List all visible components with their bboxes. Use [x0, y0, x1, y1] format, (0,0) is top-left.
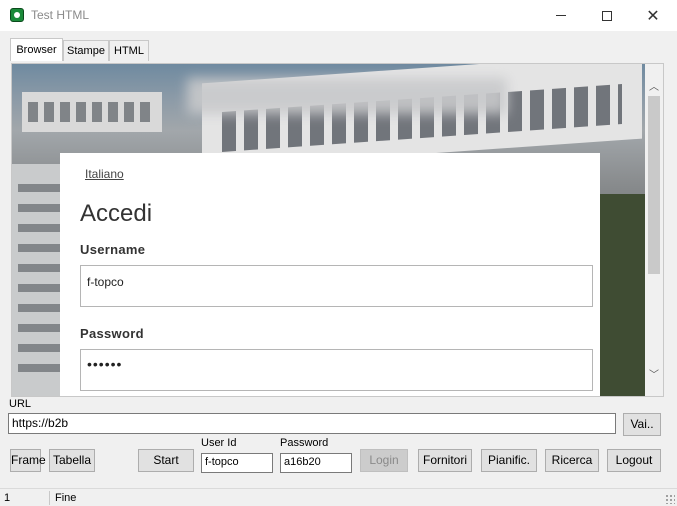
url-input[interactable]: https://b2b — [8, 413, 616, 434]
close-icon: ✕ — [646, 7, 660, 25]
status-separator — [49, 491, 50, 505]
frame-button[interactable]: Frame — [10, 449, 46, 472]
start-button[interactable]: Start — [138, 449, 194, 472]
window-title: Test HTML — [31, 8, 90, 22]
ricerca-button[interactable]: Ricerca — [545, 449, 599, 472]
maximize-button[interactable] — [584, 0, 630, 31]
tab-stampe[interactable]: Stampe — [63, 40, 109, 61]
status-cell-number: 1 — [4, 492, 11, 504]
scroll-down-icon[interactable]: ﹀ — [645, 364, 663, 382]
password-field[interactable]: •••••• — [80, 349, 593, 391]
login-button[interactable]: Login — [360, 449, 408, 472]
tabella-button[interactable]: Tabella — [49, 449, 95, 472]
maximize-icon — [602, 10, 612, 21]
vertical-scrollbar[interactable]: ︿ ﹀ — [645, 64, 663, 396]
username-field[interactable]: f-topco — [80, 265, 593, 307]
language-link[interactable]: Italiano — [85, 167, 124, 181]
status-cell-text: Fine — [55, 492, 77, 504]
password-label: Password — [80, 326, 144, 341]
title-bar: Test HTML ✕ — [0, 0, 677, 31]
password-label: Password — [280, 437, 329, 449]
scroll-thumb[interactable] — [648, 96, 660, 274]
close-button[interactable]: ✕ — [630, 0, 676, 31]
resize-grip-icon[interactable] — [665, 494, 675, 504]
scroll-up-icon[interactable]: ︿ — [645, 76, 663, 94]
username-label: Username — [80, 242, 146, 257]
blurred-area — [187, 78, 507, 114]
logout-button[interactable]: Logout — [607, 449, 661, 472]
url-label: URL — [9, 398, 32, 410]
go-button[interactable]: Vai.. — [623, 413, 661, 436]
fornitori-button[interactable]: Fornitori — [418, 449, 472, 472]
status-bar: 1 Fine — [0, 488, 677, 506]
userid-input[interactable]: f-topco — [201, 453, 273, 473]
login-card: Italiano Accedi Username f-topco Passwor… — [60, 153, 600, 396]
pianific-button[interactable]: Pianific. — [481, 449, 537, 472]
building-image — [22, 92, 162, 132]
minimize-icon — [556, 15, 566, 16]
app-icon — [10, 8, 24, 22]
login-heading: Accedi — [80, 200, 153, 227]
tab-html[interactable]: HTML — [109, 40, 149, 61]
trees-image — [597, 194, 645, 396]
minimize-button[interactable] — [538, 0, 584, 31]
userid-label: User Id — [201, 437, 237, 449]
browser-view[interactable]: Italiano Accedi Username f-topco Passwor… — [11, 63, 664, 397]
password-input[interactable]: a16b20 — [280, 453, 352, 473]
tab-browser[interactable]: Browser — [10, 38, 63, 61]
